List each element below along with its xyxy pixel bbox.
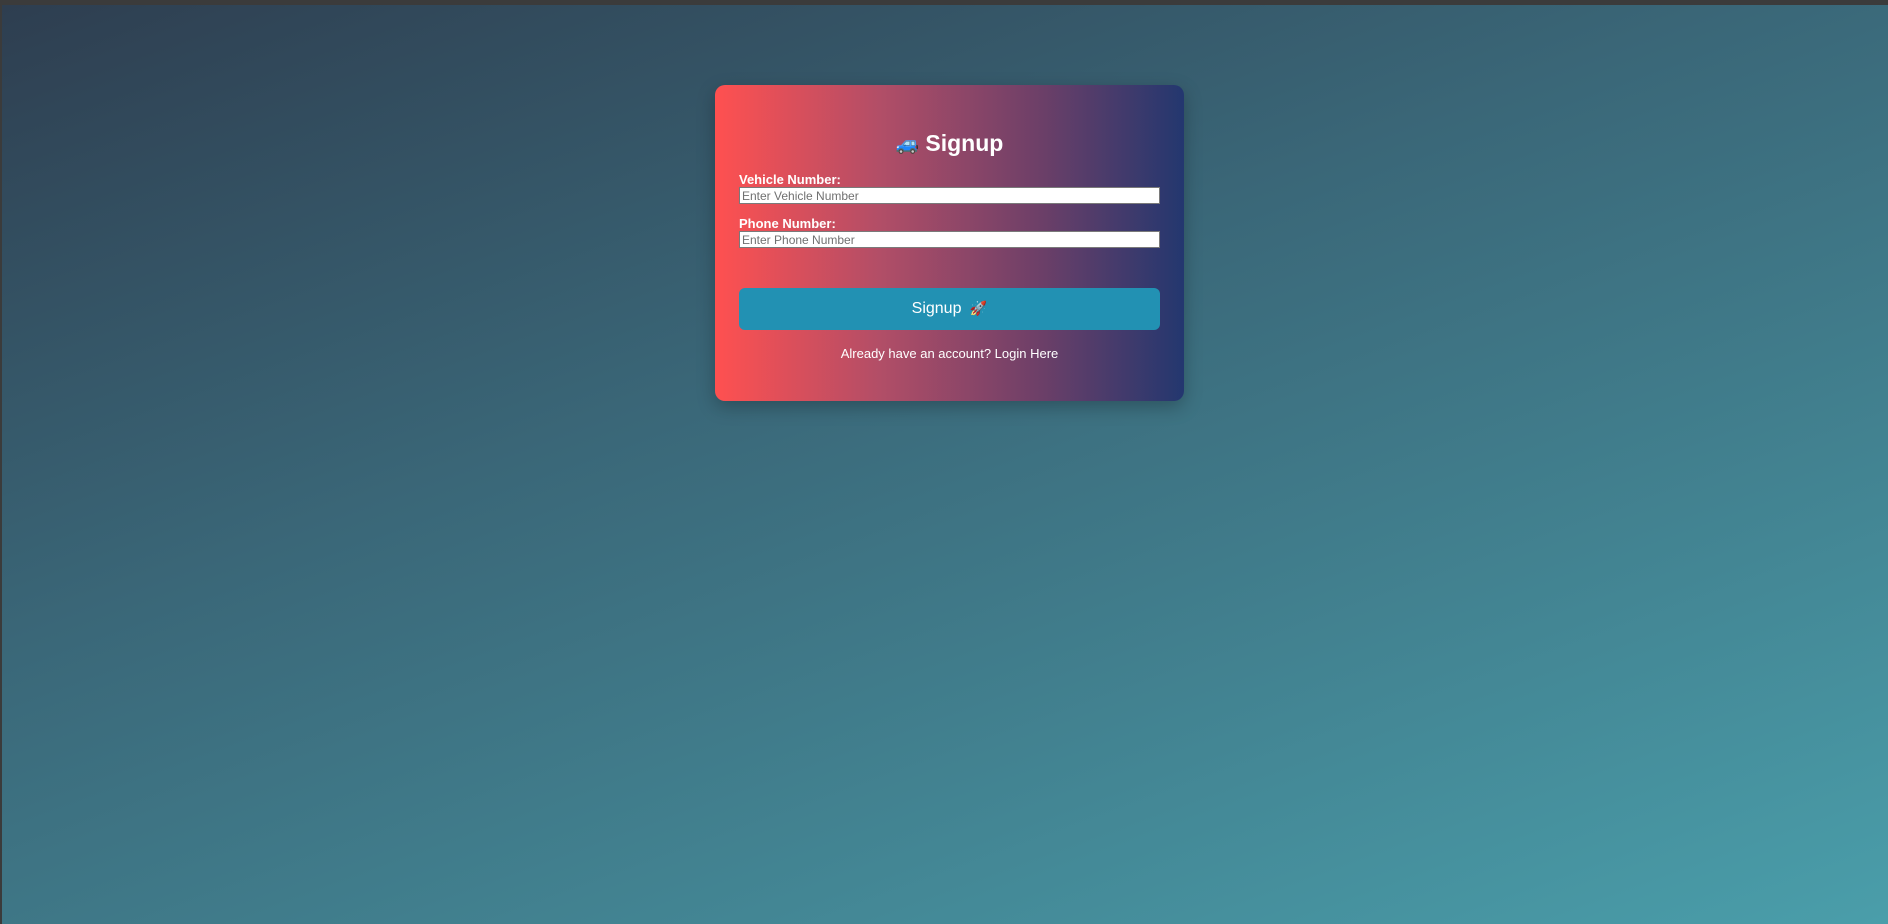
- login-prompt: Already have an account? Login Here: [715, 346, 1184, 362]
- signup-button-label: Signup: [911, 300, 962, 317]
- page-title: 🚙 Signup: [715, 129, 1184, 159]
- car-icon: 🚙: [895, 134, 920, 155]
- signup-card: 🚙Signup Vehicle Number: Phone Number: Si…: [715, 85, 1184, 401]
- login-link[interactable]: Login Here: [995, 346, 1059, 361]
- title-text: Signup: [925, 130, 1004, 156]
- phone-number-label: Phone Number:: [739, 216, 836, 231]
- vehicle-number-label: Vehicle Number:: [739, 172, 841, 187]
- phone-number-input[interactable]: [739, 231, 1160, 248]
- login-prompt-text: Already have an account?: [840, 346, 992, 361]
- rocket-icon: 🚀: [969, 300, 988, 316]
- page-background: 🚙Signup Vehicle Number: Phone Number: Si…: [2, 5, 1888, 924]
- vehicle-number-input[interactable]: [739, 187, 1160, 204]
- signup-button[interactable]: Signup 🚀: [739, 288, 1160, 330]
